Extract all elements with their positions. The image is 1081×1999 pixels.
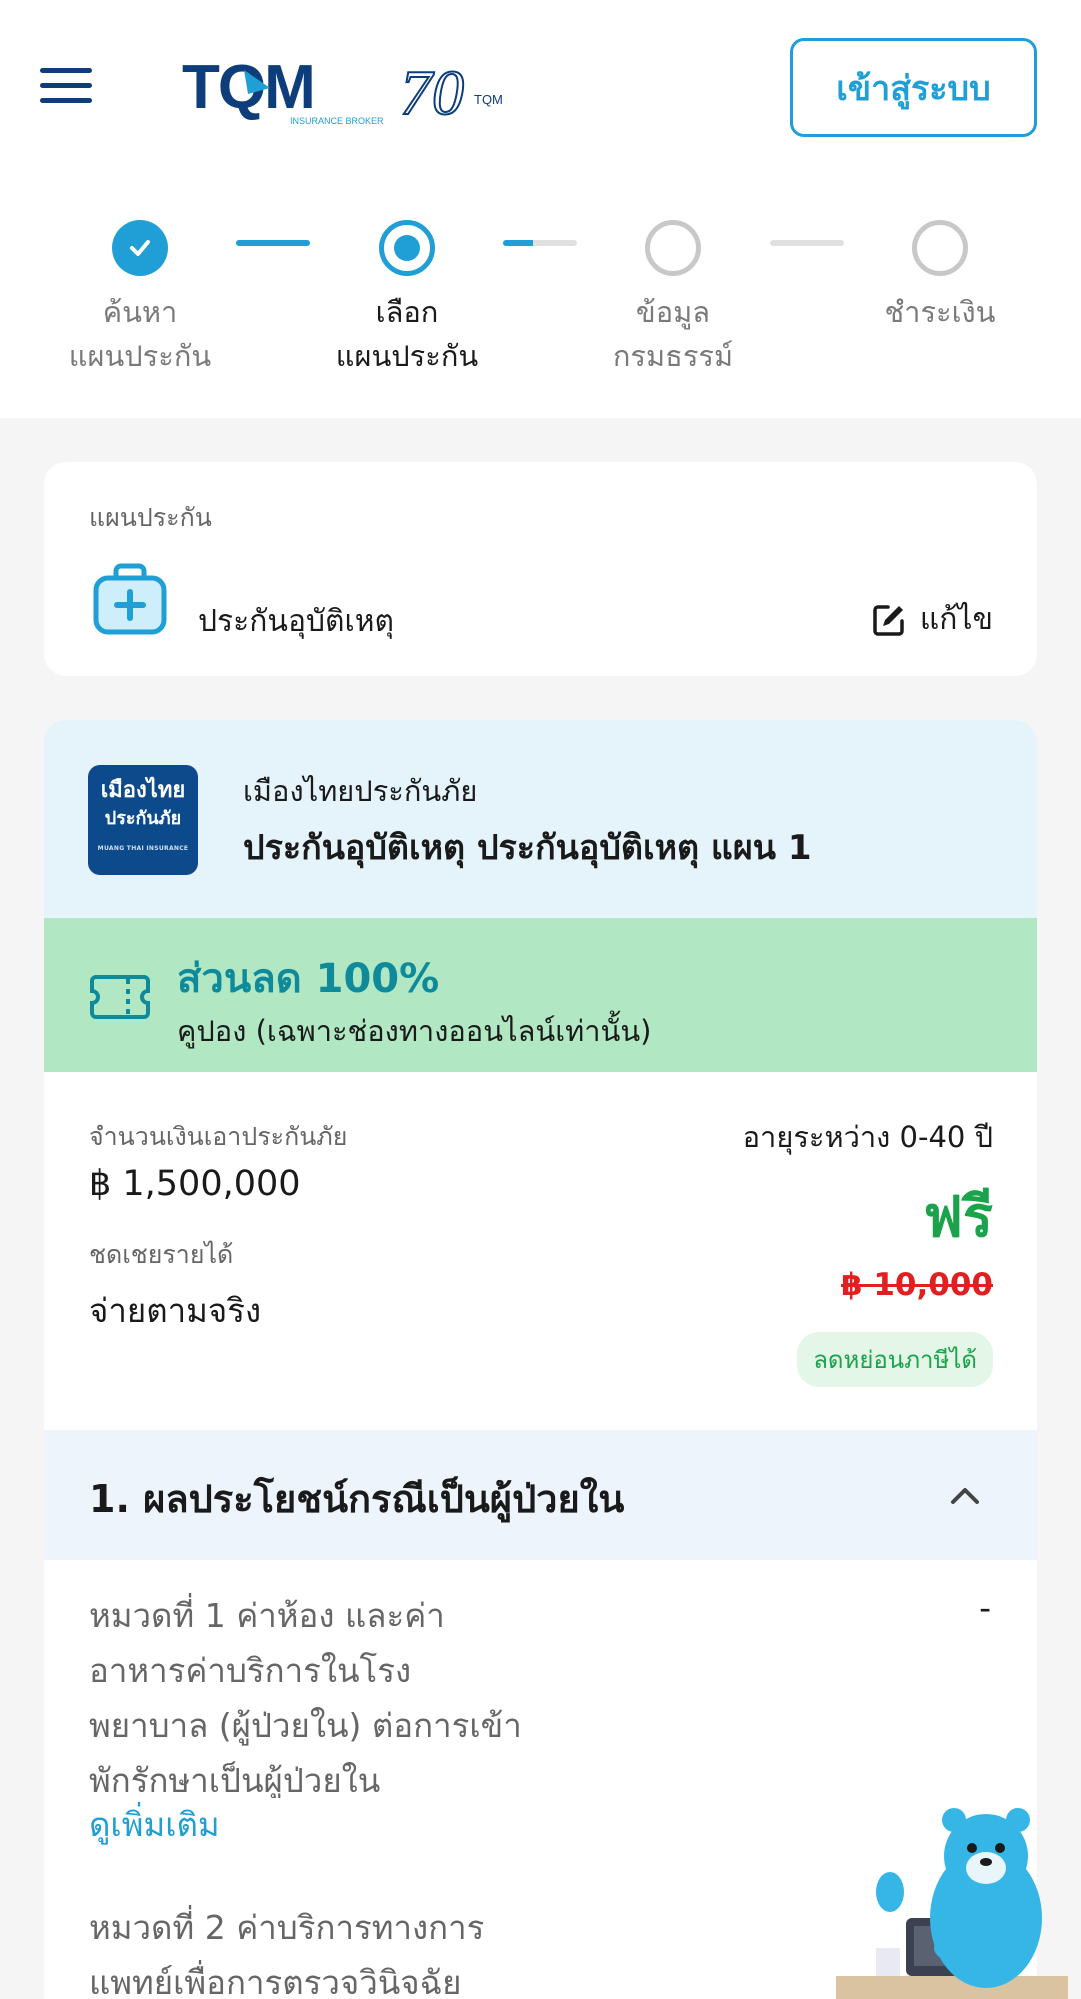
discount-banner: ส่วนลด 100% คูปอง (เฉพาะช่องทางออนไลน์เท… [44, 918, 1037, 1072]
pending-step-icon [645, 220, 701, 276]
svg-text:TQM: TQM [474, 92, 503, 107]
current-step-icon [379, 220, 435, 276]
pending-step-icon [912, 220, 968, 276]
chevron-up-icon [951, 1488, 979, 1504]
step-policy-info: ข้อมูล กรมธรรม์ [573, 220, 773, 378]
progress-stepper: ค้นหา แผนประกัน เลือก แผนประกัน ข้อมูล กรมธ… [0, 175, 1081, 418]
step-payment: ชำระเงิน [840, 220, 1040, 334]
svg-text:70: 70 [400, 57, 464, 128]
coupon-icon [90, 975, 150, 1019]
step-label: เลือก แผนประกัน [335, 295, 479, 373]
check-icon [112, 220, 168, 276]
plan-title: ประกันอุบัติเหตุ ประกันอุบัติเหตุ แผน 1 [243, 828, 812, 868]
see-more-link[interactable]: ดูเพิ่มเติม [89, 1798, 220, 1851]
discount-subtitle: คูปอง (เฉพาะช่องทางออนไลน์เท่านั้น) [177, 1014, 652, 1048]
insurer-logo: เมืองไทย ประกันภัย MUANG THAI INSURANCE [88, 765, 198, 875]
discount-title: ส่วนลด 100% [177, 956, 440, 1002]
step-search-plan: ค้นหา แผนประกัน [40, 220, 240, 378]
bear-mascot-chat-icon[interactable] [836, 1808, 1068, 1999]
benefit-item-text: หมวดที่ 2 ค่าบริการทางการแพทย์เพื่อการตร… [89, 1908, 485, 1999]
svg-text:INSURANCE BROKER: INSURANCE BROKER [290, 116, 384, 126]
login-button[interactable]: เข้าสู่ระบบ [790, 38, 1037, 137]
age-range: อายุระหว่าง 0-40 ปี [742, 1120, 993, 1154]
compensation-value: จ่ายตามจริง [89, 1291, 262, 1330]
insurer-name: เมืองไทยประกันภัย [243, 774, 478, 808]
benefit-section-header[interactable]: 1. ผลประโยชน์กรณีเป็นผู้ป่วยใน [44, 1430, 1037, 1560]
insurer-header: เมืองไทย ประกันภัย MUANG THAI INSURANCE … [44, 720, 1037, 918]
sum-insured-label: จำนวนเงินเอาประกันภัย [89, 1122, 348, 1151]
edit-plan-button[interactable]: แก้ไข [872, 596, 993, 643]
menu-icon[interactable] [40, 68, 92, 108]
benefit-section-title: 1. ผลประโยชน์กรณีเป็นผู้ป่วยใน [89, 1477, 625, 1521]
step-choose-plan: เลือก แผนประกัน [307, 220, 507, 378]
price-now: ฟรี [923, 1185, 993, 1250]
first-aid-kit-icon [93, 563, 167, 635]
edit-label: แก้ไข [919, 602, 993, 637]
step-connector [503, 240, 577, 246]
benefit-item-text: หมวดที่ 1 ค่าห้อง และค่าอาหารค่าบริการใน… [89, 1596, 522, 1798]
price-summary: จำนวนเงินเอาประกันภัย ฿ 1,500,000 ชดเชยร… [44, 1072, 1037, 1430]
plan-type-label: แผนประกัน [89, 503, 212, 532]
tax-deductible-badge: ลดหย่อนภาษีได้ [797, 1332, 993, 1387]
compensation-label: ชดเชยรายได้ [89, 1240, 234, 1269]
step-connector [236, 240, 310, 246]
step-label: ชำระเงิน [884, 295, 996, 329]
plan-type-card: แผนประกัน ประกันอุบัติเหตุ แก้ไข [44, 462, 1037, 676]
sum-insured-value: ฿ 1,500,000 [89, 1164, 301, 1204]
step-connector [770, 240, 844, 246]
benefit-item-value: - [979, 1588, 991, 1627]
step-label: ข้อมูล กรมธรรม์ [612, 295, 734, 373]
plan-type-name: ประกันอุบัติเหตุ [198, 604, 394, 639]
top-header: TQM INSURANCE BROKER 70 TQM เข้าสู่ระบบ [0, 0, 1081, 175]
edit-icon [873, 604, 904, 636]
price-old: ฿ 10,000 [841, 1267, 993, 1303]
tqm-logo[interactable]: TQM INSURANCE BROKER 70 TQM [182, 48, 512, 138]
step-label: ค้นหา แผนประกัน [68, 295, 212, 373]
